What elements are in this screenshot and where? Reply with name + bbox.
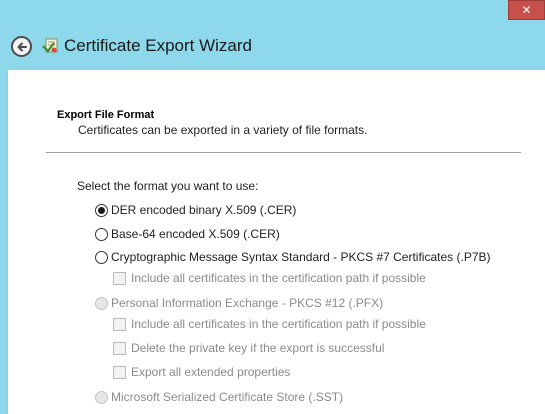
divider <box>46 152 521 153</box>
certificate-wizard-icon <box>42 38 58 53</box>
pfx-include-path-option[interactable]: Include all certificates in the certific… <box>113 317 426 331</box>
p7b-include-path-checkbox[interactable] <box>113 271 126 285</box>
back-button[interactable] <box>11 36 32 57</box>
pfx-delete-key-checkbox[interactable] <box>113 341 126 355</box>
radio-base64[interactable] <box>95 227 108 241</box>
pfx-export-properties-option[interactable]: Export all extended properties <box>113 365 290 379</box>
format-label-p7b: Cryptographic Message Syntax Standard - … <box>111 250 491 264</box>
wizard-content: Export File Format Certificates can be e… <box>7 70 545 414</box>
format-label-pfx: Personal Information Exchange - PKCS #12… <box>111 296 384 310</box>
format-option-pfx[interactable]: Personal Information Exchange - PKCS #12… <box>95 296 383 310</box>
wizard-title: Certificate Export Wizard <box>64 36 252 55</box>
format-option-base64[interactable]: Base-64 encoded X.509 (.CER) <box>95 227 280 241</box>
format-option-p7b[interactable]: Cryptographic Message Syntax Standard - … <box>95 250 491 264</box>
pfx-include-path-label: Include all certificates in the certific… <box>131 317 426 331</box>
format-option-der[interactable]: DER encoded binary X.509 (.CER) <box>95 203 296 217</box>
radio-der[interactable] <box>95 203 108 217</box>
p7b-include-path-label: Include all certificates in the certific… <box>131 271 426 285</box>
p7b-include-path-option[interactable]: Include all certificates in the certific… <box>113 271 426 285</box>
pfx-export-properties-checkbox[interactable] <box>113 365 126 379</box>
close-icon: ✕ <box>521 3 532 17</box>
radio-p7b[interactable] <box>95 250 108 264</box>
format-label-der: DER encoded binary X.509 (.CER) <box>111 203 297 217</box>
radio-sst[interactable] <box>95 390 108 404</box>
radio-selected-dot <box>98 206 105 214</box>
close-button[interactable]: ✕ <box>508 0 545 20</box>
section-subtitle: Certificates can be exported in a variet… <box>78 123 368 137</box>
radio-pfx[interactable] <box>95 296 108 310</box>
format-label-sst: Microsoft Serialized Certificate Store (… <box>111 390 344 404</box>
format-prompt: Select the format you want to use: <box>77 179 259 193</box>
pfx-export-properties-label: Export all extended properties <box>131 365 291 379</box>
pfx-delete-key-label: Delete the private key if the export is … <box>131 341 385 355</box>
back-arrow-icon <box>17 42 27 51</box>
format-option-sst[interactable]: Microsoft Serialized Certificate Store (… <box>95 390 343 404</box>
title-bar: ✕ Certificate Export Wizard <box>0 0 545 70</box>
format-label-base64: Base-64 encoded X.509 (.CER) <box>111 227 280 241</box>
section-heading: Export File Format <box>57 109 155 121</box>
pfx-include-path-checkbox[interactable] <box>113 317 126 331</box>
pfx-delete-key-option[interactable]: Delete the private key if the export is … <box>113 341 384 355</box>
